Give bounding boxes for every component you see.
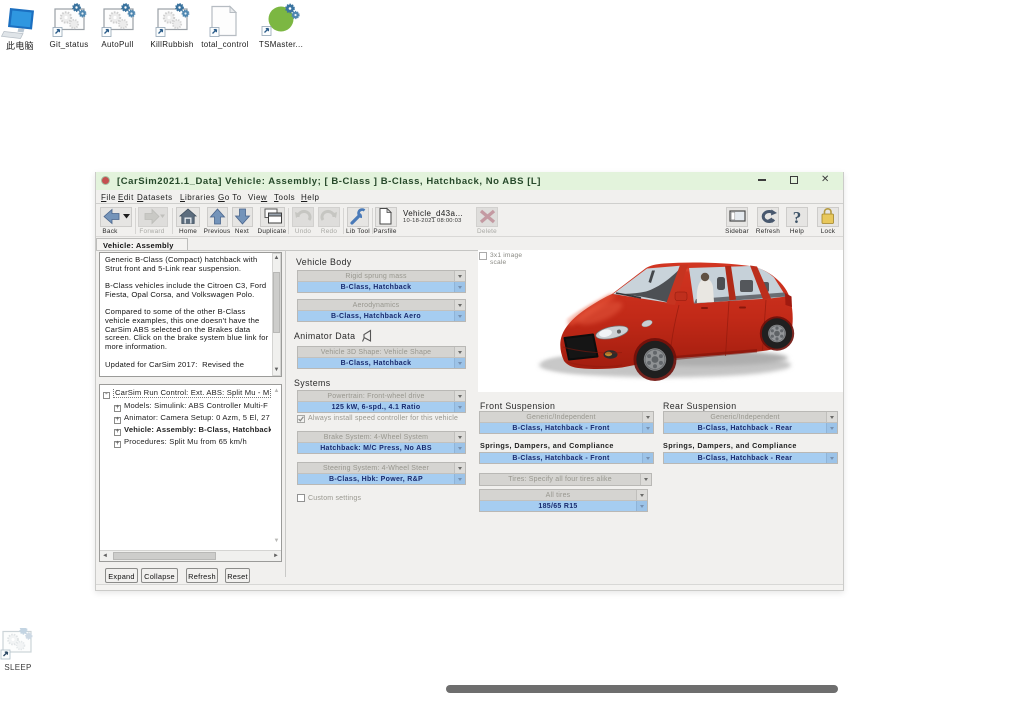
svg-text:?: ? bbox=[793, 208, 802, 227]
